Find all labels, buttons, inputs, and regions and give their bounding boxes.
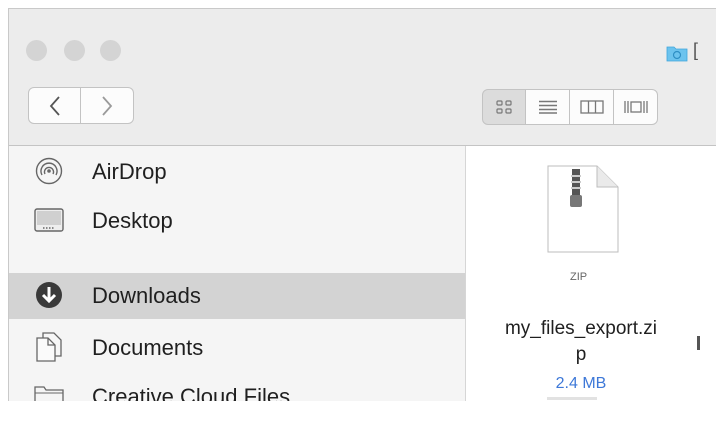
sidebar: AirDrop Desktop Downloads Documents Crea… <box>9 146 466 401</box>
sidebar-item-label: Creative Cloud Files <box>92 384 291 401</box>
minimize-window-button[interactable] <box>64 40 85 61</box>
chevron-left-icon <box>49 95 60 116</box>
column-view-button[interactable] <box>570 89 614 125</box>
zoom-window-button[interactable] <box>100 40 121 61</box>
documents-icon <box>34 332 64 362</box>
list-view-button[interactable] <box>526 89 570 125</box>
zip-file-icon <box>547 165 619 253</box>
file-name: my_files_export.zi p <box>471 316 691 367</box>
list-icon <box>538 100 557 114</box>
close-window-button[interactable] <box>26 40 47 61</box>
columns-icon <box>579 100 604 114</box>
desktop-icon <box>34 205 64 235</box>
back-button[interactable] <box>28 87 81 124</box>
file-name-line-2: p <box>575 343 587 365</box>
cover-flow-view-button[interactable] <box>614 89 658 125</box>
downloads-icon <box>34 280 64 310</box>
folder-icon <box>34 381 64 401</box>
sidebar-item-documents[interactable]: Documents <box>9 325 465 371</box>
chevron-right-icon <box>102 95 113 116</box>
sidebar-item-label: Desktop <box>92 208 173 233</box>
sidebar-item-airdrop[interactable]: AirDrop <box>9 149 465 195</box>
sidebar-item-creative-cloud-files[interactable]: Creative Cloud Files <box>9 374 465 401</box>
next-row-file-edge <box>547 397 597 400</box>
icon-view-button[interactable] <box>482 89 526 125</box>
forward-button[interactable] <box>81 87 134 124</box>
downloads-folder-icon <box>666 46 688 62</box>
file-type-label: ZIP <box>570 271 588 283</box>
airdrop-icon <box>34 156 64 186</box>
finder-window: [ AirDrop Desktop Downloads Documents Cr… <box>8 8 716 401</box>
next-file-edge <box>697 336 700 350</box>
sidebar-item-label: Documents <box>92 335 204 360</box>
sidebar-item-label: AirDrop <box>92 159 167 184</box>
cover-flow-icon <box>623 101 648 113</box>
navigation-buttons <box>28 87 138 126</box>
sidebar-item-desktop[interactable]: Desktop <box>9 198 465 244</box>
sidebar-item-label: Downloads <box>92 283 201 308</box>
view-mode-buttons <box>482 89 658 125</box>
grid-icon <box>496 100 512 114</box>
sidebar-item-downloads[interactable]: Downloads <box>9 273 465 319</box>
window-title: [ <box>693 40 699 60</box>
file-size: 2.4 MB <box>555 375 607 392</box>
file-browser: ZIP my_files_export.zi p 2.4 MB <box>466 146 716 401</box>
toolbar: [ <box>9 9 716 146</box>
file-name-line-1: my_files_export.zi <box>504 318 658 339</box>
